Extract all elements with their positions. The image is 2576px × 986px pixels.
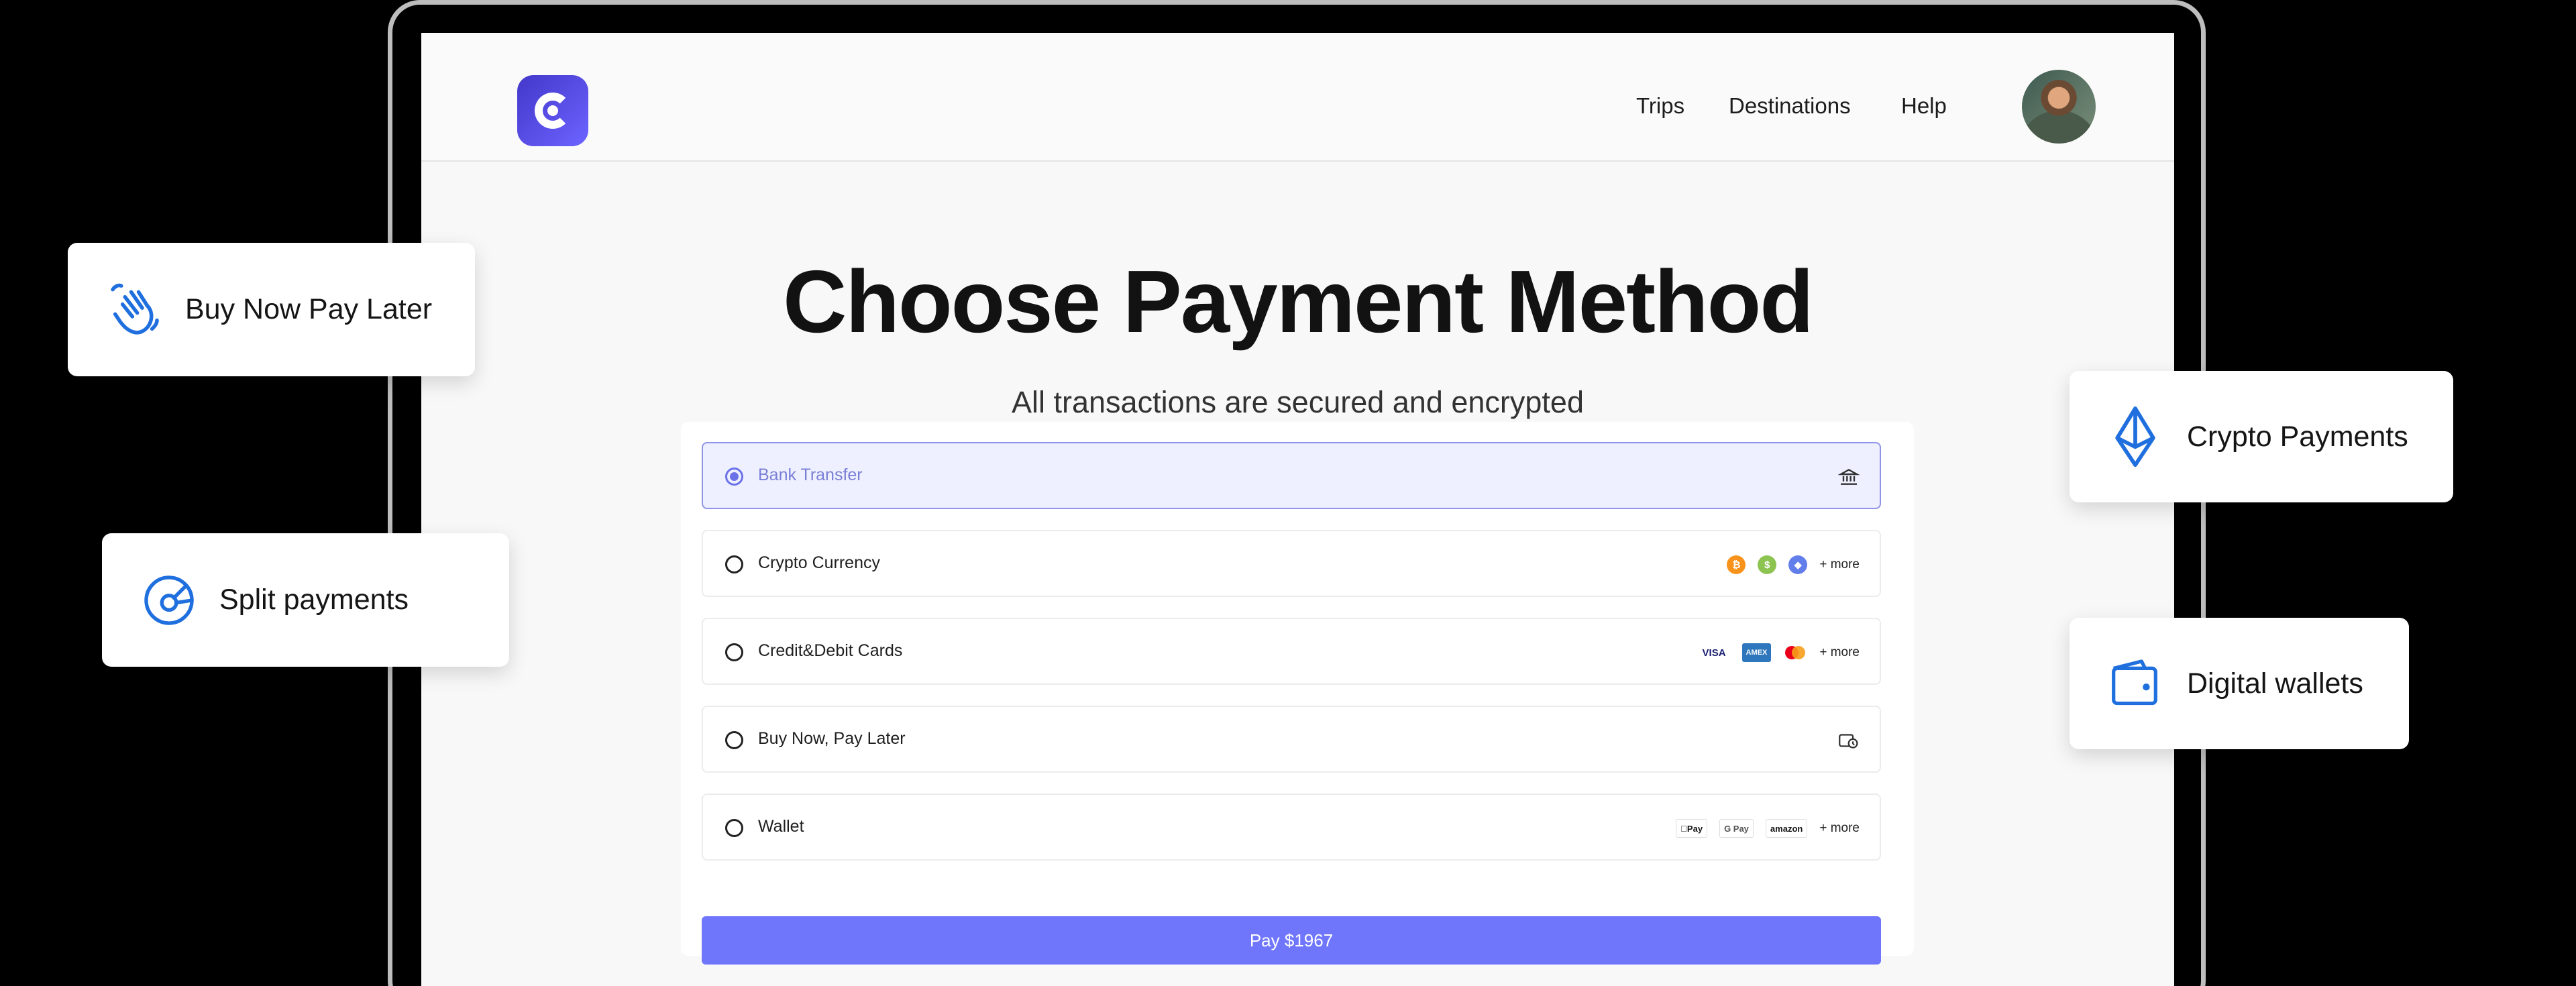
user-avatar[interactable] bbox=[2022, 70, 2096, 144]
payment-option-cards[interactable]: Credit&Debit Cards VISA AMEX + more bbox=[702, 618, 1881, 685]
page-title: Choose Payment Method bbox=[783, 252, 1814, 351]
feature-card-crypto: Crypto Payments bbox=[2070, 371, 2453, 502]
payment-panel: Bank Transfer Crypto Currency ₿ $ ◆ + mo… bbox=[681, 422, 1914, 965]
bitcoin-icon: ₿ bbox=[1727, 555, 1746, 574]
feature-label: Digital wallets bbox=[2187, 667, 2363, 700]
pay-button[interactable]: Pay $1967 bbox=[702, 916, 1881, 965]
nav-help-link[interactable]: Help bbox=[1901, 93, 1947, 119]
page-subtitle: All transactions are secured and encrypt… bbox=[1012, 385, 1584, 419]
apple-pay-logo: Pay bbox=[1676, 819, 1708, 838]
feature-label: Split payments bbox=[219, 584, 409, 616]
app-logo[interactable] bbox=[517, 75, 588, 146]
option-label: Bank Transfer bbox=[758, 465, 863, 484]
option-label: Wallet bbox=[758, 817, 804, 836]
more-label[interactable]: + more bbox=[1819, 821, 1860, 836]
payment-option-wallet[interactable]: Wallet Pay G Pay amazon + more bbox=[702, 793, 1881, 861]
option-label: Buy Now, Pay Later bbox=[758, 729, 906, 748]
option-label: Credit&Debit Cards bbox=[758, 641, 903, 660]
feature-label: Buy Now Pay Later bbox=[185, 293, 433, 325]
payment-option-crypto[interactable]: Crypto Currency ₿ $ ◆ + more bbox=[702, 530, 1881, 597]
app-screen: Trips Destinations Help Choose Payment M… bbox=[421, 33, 2174, 986]
radio-button[interactable] bbox=[725, 555, 743, 573]
radio-button[interactable] bbox=[725, 731, 743, 749]
more-label[interactable]: + more bbox=[1819, 645, 1860, 660]
radio-button[interactable] bbox=[725, 819, 743, 837]
bnpl-icon bbox=[1839, 734, 1858, 749]
logo-dot-icon bbox=[547, 105, 558, 116]
more-label[interactable]: + more bbox=[1819, 557, 1860, 572]
split-payments-icon bbox=[144, 576, 194, 625]
feature-card-wallets: Digital wallets bbox=[2070, 618, 2409, 749]
amex-logo: AMEX bbox=[1741, 643, 1772, 662]
bitcoin-cash-icon: $ bbox=[1758, 555, 1777, 574]
feature-card-bnpl: Buy Now Pay Later bbox=[68, 243, 475, 376]
bank-icon bbox=[1838, 468, 1860, 485]
wallet-icon bbox=[2112, 659, 2157, 706]
payment-option-bank-transfer[interactable]: Bank Transfer bbox=[702, 442, 1881, 509]
google-pay-logo: G Pay bbox=[1719, 819, 1754, 838]
amazon-pay-logo: amazon bbox=[1765, 819, 1808, 838]
ethereum-icon: ◆ bbox=[1788, 555, 1808, 574]
top-header: Trips Destinations Help bbox=[421, 33, 2174, 162]
waving-hand-icon bbox=[111, 283, 159, 335]
nav-trips-link[interactable]: Trips bbox=[1636, 93, 1684, 119]
payment-option-bnpl[interactable]: Buy Now, Pay Later bbox=[702, 706, 1881, 773]
option-label: Crypto Currency bbox=[758, 553, 880, 572]
radio-button[interactable] bbox=[725, 468, 743, 486]
feature-card-split: Split payments bbox=[102, 533, 509, 667]
mastercard-icon bbox=[1785, 646, 1806, 659]
nav-destinations-link[interactable]: Destinations bbox=[1729, 93, 1851, 119]
visa-logo: VISA bbox=[1702, 647, 1726, 659]
radio-button[interactable] bbox=[725, 643, 743, 661]
feature-label: Crypto Payments bbox=[2187, 421, 2408, 453]
ethereum-icon bbox=[2115, 406, 2155, 468]
